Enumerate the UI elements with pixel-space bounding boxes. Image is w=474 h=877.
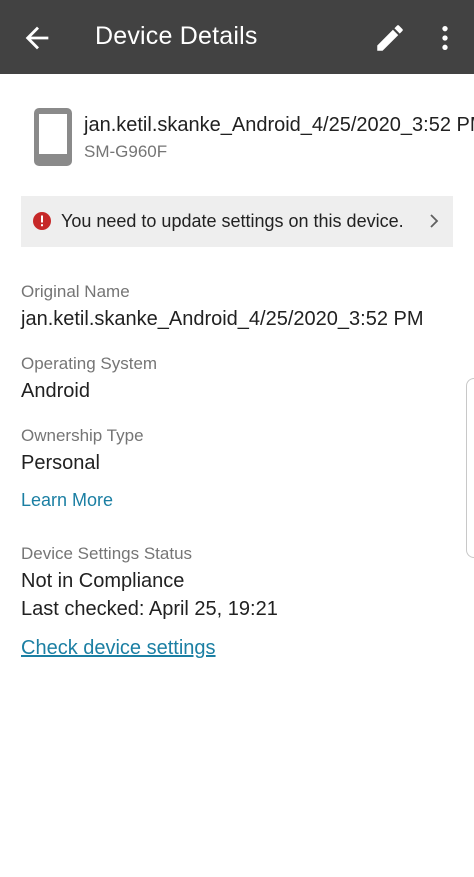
last-checked-text: Last checked: April 25, 19:21	[21, 598, 278, 620]
compliance-alert[interactable]: You need to update settings on this devi…	[21, 196, 453, 247]
compliance-status-value: Not in Compliance	[21, 570, 185, 592]
arrow-left-icon[interactable]	[20, 21, 54, 55]
check-device-settings-link[interactable]: Check device settings	[21, 637, 216, 660]
app-bar: Device Details	[0, 0, 474, 74]
device-display-name: jan.ketil.skanke_Android_4/25/2020_3:52 …	[84, 114, 474, 136]
operating-system-label: Operating System	[21, 354, 158, 373]
operating-system-value: Android	[21, 380, 90, 402]
ownership-type-value: Personal	[21, 452, 100, 474]
device-model: SM-G960F	[84, 142, 168, 161]
pencil-icon[interactable]	[373, 21, 407, 55]
alert-message: You need to update settings on this devi…	[61, 211, 404, 231]
error-circle-icon	[33, 212, 51, 230]
device-header: jan.ketil.skanke_Android_4/25/2020_3:52 …	[0, 100, 474, 180]
chevron-right-icon	[430, 214, 439, 228]
original-name-value: jan.ketil.skanke_Android_4/25/2020_3:52 …	[21, 308, 424, 330]
scroll-indicator[interactable]	[466, 378, 474, 558]
page-title: Device Details	[95, 22, 258, 50]
original-name-label: Original Name	[21, 282, 130, 301]
more-vertical-icon[interactable]	[429, 21, 461, 55]
ownership-type-label: Ownership Type	[21, 426, 144, 445]
device-settings-status-label: Device Settings Status	[21, 544, 193, 563]
smartphone-icon	[34, 108, 72, 166]
learn-more-link[interactable]: Learn More	[21, 490, 113, 511]
